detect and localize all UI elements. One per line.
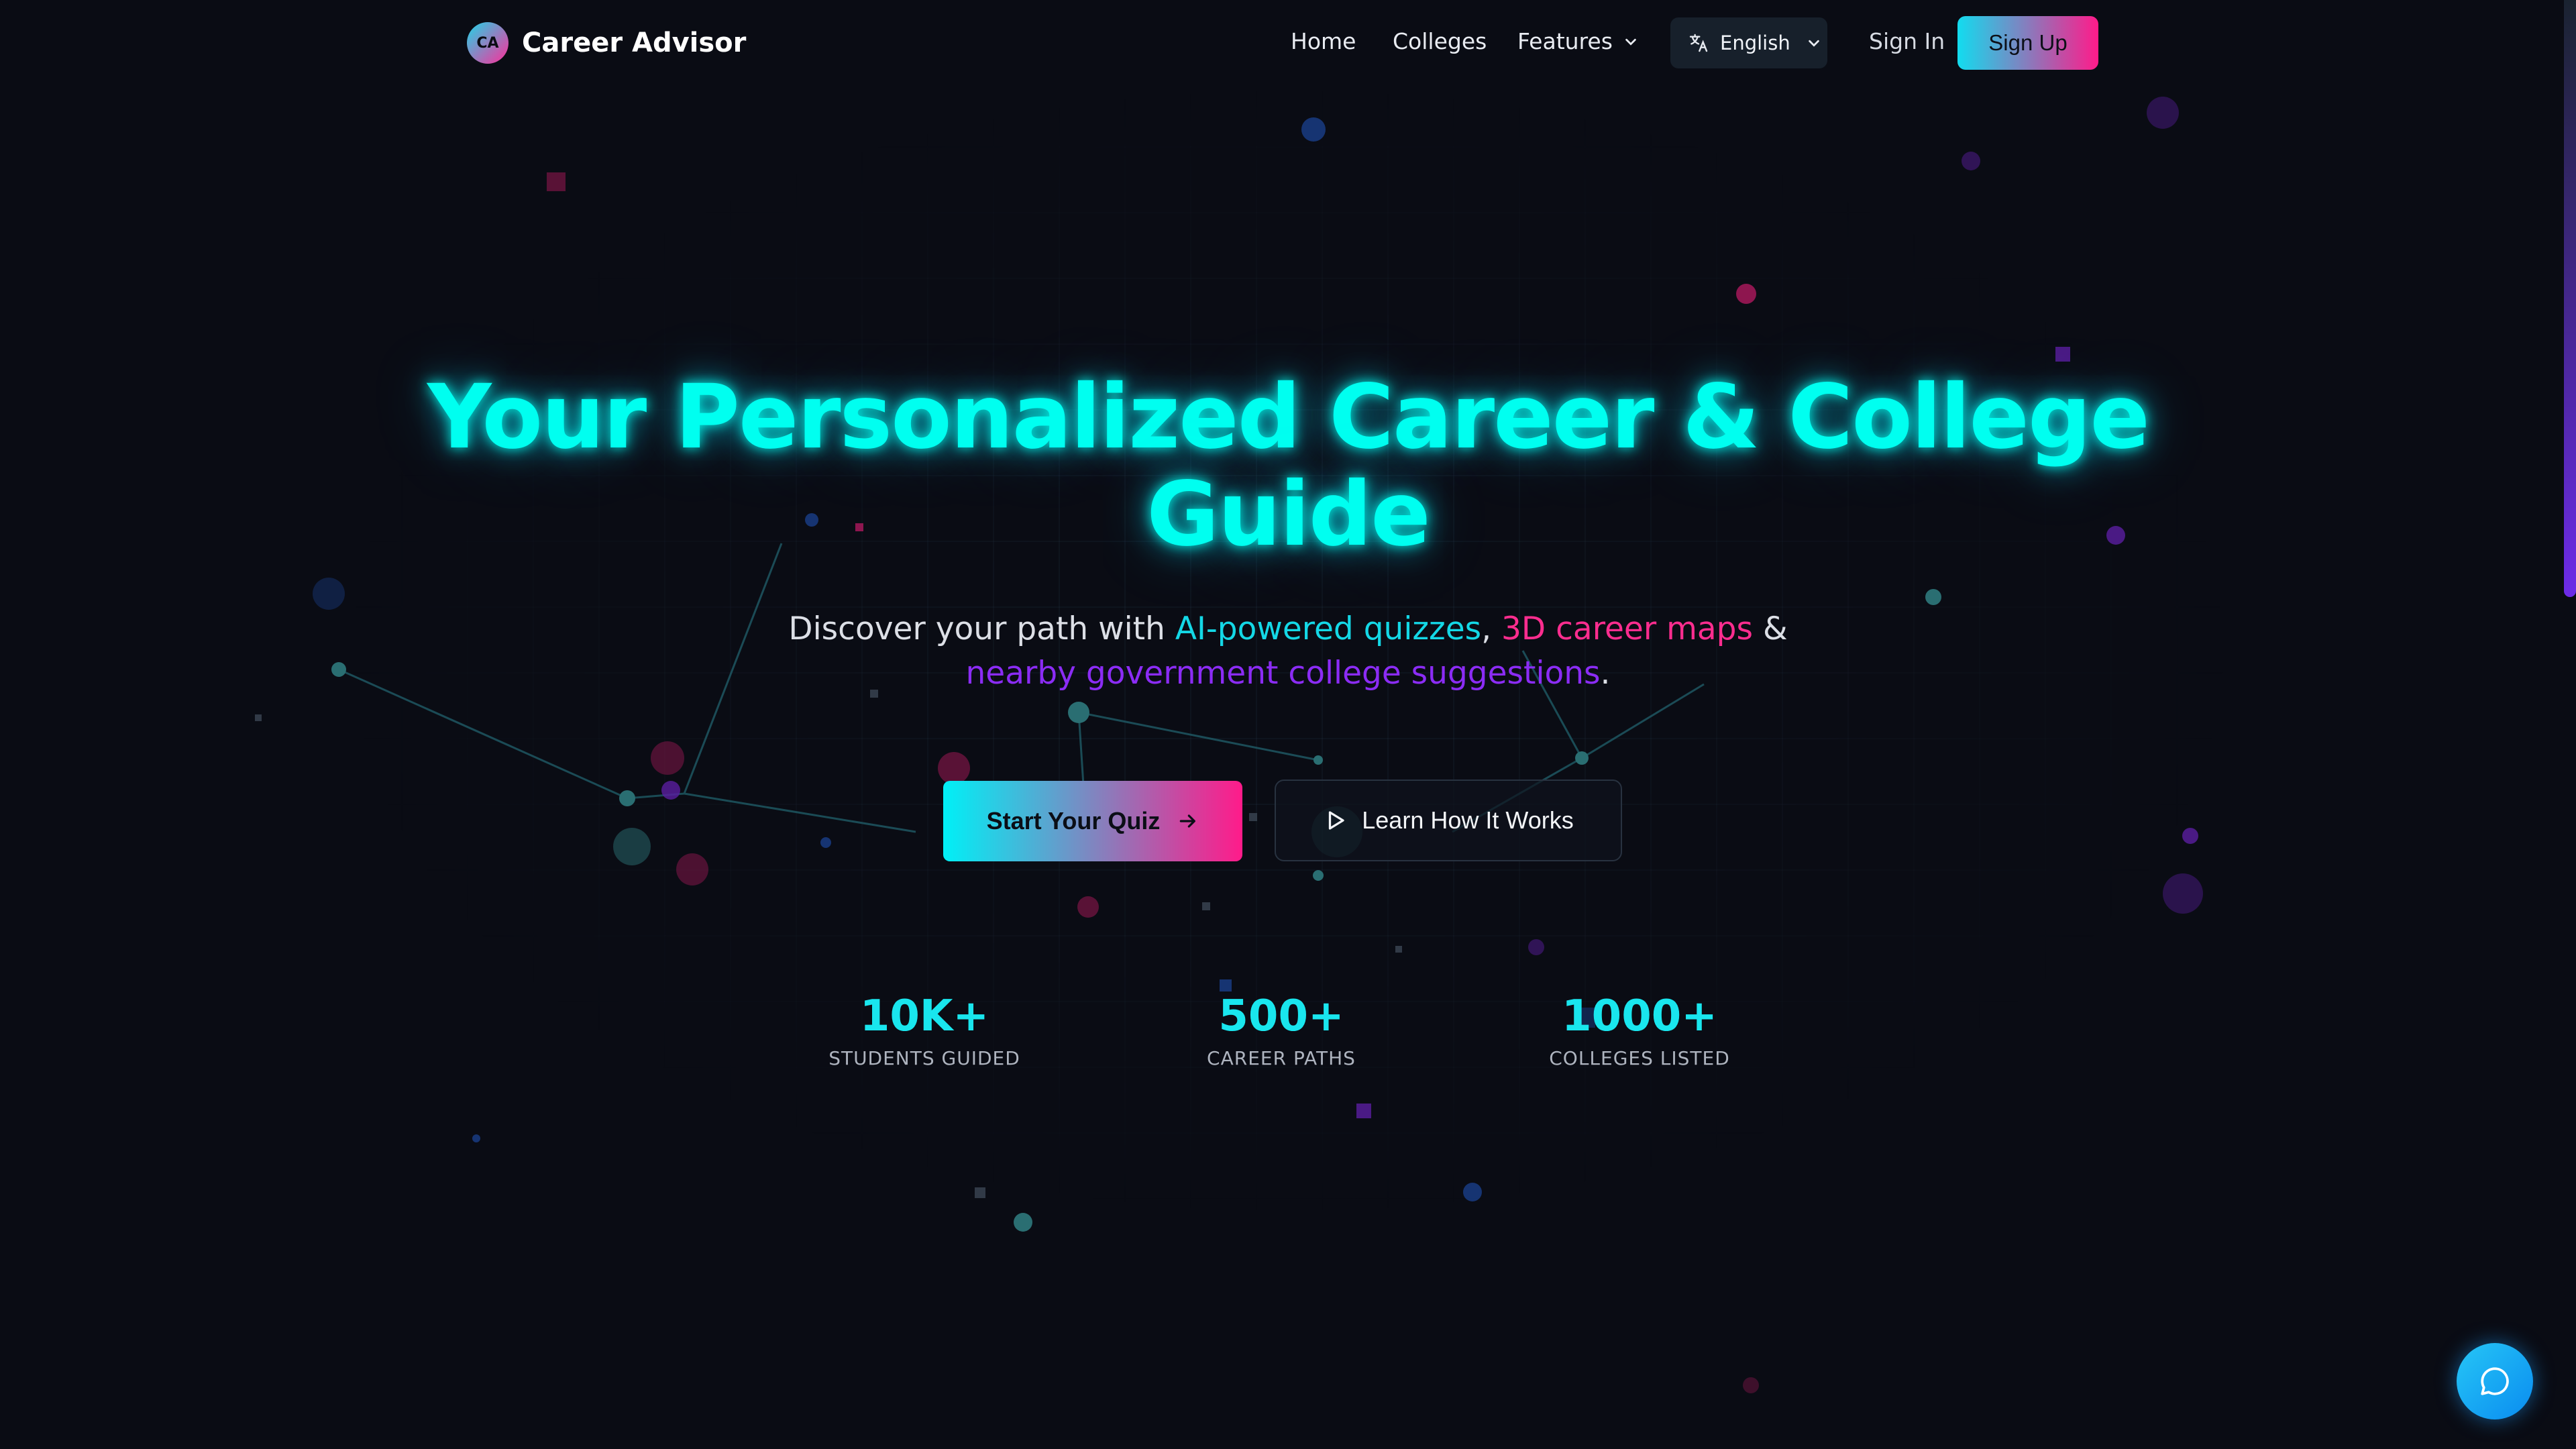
stat-colleges: 1000+ COLLEGES LISTED: [1505, 989, 1774, 1069]
chevron-down-icon: [1623, 34, 1638, 49]
brand-name: Career Advisor: [522, 28, 747, 58]
brand-logo[interactable]: CA Career Advisor: [467, 22, 746, 64]
chat-button[interactable]: [2457, 1343, 2533, 1419]
subtitle-separator: &: [1753, 610, 1788, 647]
subtitle-end: .: [1600, 655, 1611, 692]
play-icon: [1323, 808, 1347, 833]
start-quiz-label: Start Your Quiz: [986, 807, 1161, 835]
learn-how-it-works-button[interactable]: Learn How It Works: [1275, 780, 1622, 861]
nav-home-link[interactable]: Home: [1291, 28, 1356, 54]
hero-subtitle: Discover your path with AI-powered quizz…: [745, 607, 1831, 696]
language-selector[interactable]: English: [1670, 17, 1827, 68]
subtitle-highlight-maps: 3D career maps: [1501, 610, 1753, 647]
chevron-down-icon: [1807, 36, 1821, 50]
nav-colleges-link[interactable]: Colleges: [1393, 28, 1487, 54]
nav-features-dropdown[interactable]: Features: [1517, 28, 1638, 54]
subtitle-prefix: Discover your path with: [788, 610, 1175, 647]
learn-how-label: Learn How It Works: [1362, 806, 1574, 834]
stat-students: 10K+ STUDENTS GUIDED: [790, 989, 1059, 1069]
background-particles: [255, 97, 2203, 1393]
stat-value: 10K+: [859, 991, 989, 1041]
chat-bubble-icon: [2478, 1364, 2512, 1398]
sign-up-button[interactable]: Sign Up: [1957, 16, 2098, 70]
stat-label: COLLEGES LISTED: [1549, 1047, 1730, 1069]
subtitle-highlight-colleges: nearby government college suggestions: [965, 655, 1601, 692]
stat-label: CAREER PATHS: [1207, 1047, 1356, 1069]
language-label: English: [1720, 32, 1790, 54]
translate-icon: [1688, 32, 1709, 54]
sign-in-link[interactable]: Sign In: [1869, 28, 1945, 54]
hero-title: Your Personalized Career & College Guide: [427, 366, 2150, 566]
stat-value: 500+: [1218, 991, 1344, 1041]
nav-features-label: Features: [1517, 28, 1613, 54]
stat-label: STUDENTS GUIDED: [828, 1047, 1020, 1069]
subtitle-separator: ,: [1481, 610, 1502, 647]
stat-value: 1000+: [1562, 991, 1717, 1041]
top-navbar: CA Career Advisor Home Colleges Features…: [0, 0, 2576, 87]
start-quiz-button[interactable]: Start Your Quiz: [943, 781, 1242, 861]
stat-careers: 500+ CAREER PATHS: [1147, 989, 1415, 1069]
brand-badge: CA: [467, 22, 508, 64]
subtitle-highlight-quizzes: AI-powered quizzes: [1175, 610, 1482, 647]
page-scrollbar[interactable]: [2564, 0, 2576, 597]
arrow-right-icon: [1177, 810, 1199, 832]
